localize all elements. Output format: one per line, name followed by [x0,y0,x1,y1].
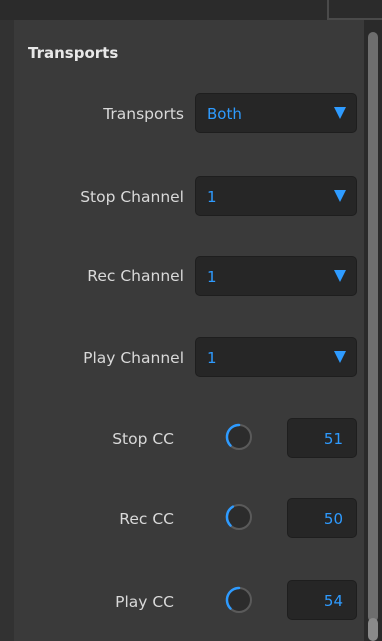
rec-cc-knob-icon[interactable] [224,502,254,532]
rec-channel-select-value: 1 [207,268,217,286]
rec-channel-label: Rec Channel [87,267,184,285]
play-channel-label: Play Channel [83,349,184,367]
chevron-down-icon [334,190,346,202]
stop-channel-label: Stop Channel [80,188,184,206]
stop-cc-knob-icon[interactable] [224,422,254,452]
transports-panel: Transports Transports Both Stop Channel … [0,0,382,641]
chevron-down-icon [334,107,346,119]
rec-channel-select[interactable]: 1 [195,256,357,296]
play-channel-select[interactable]: 1 [195,337,357,377]
play-cc-input[interactable]: 54 [287,580,357,620]
content-area: Transports Transports Both Stop Channel … [14,20,364,641]
chevron-down-icon [334,270,346,282]
stop-channel-select[interactable]: 1 [195,176,357,216]
play-channel-select-value: 1 [207,349,217,367]
scrollbar-thumb-end [368,618,378,641]
rec-cc-value: 50 [323,510,343,528]
transports-select[interactable]: Both [195,93,357,133]
stop-channel-select-value: 1 [207,188,217,206]
play-cc-value: 54 [323,592,343,610]
stop-cc-input[interactable]: 51 [287,418,357,458]
rec-cc-label: Rec CC [119,510,174,528]
scrollbar[interactable] [364,20,382,641]
transports-label: Transports [103,105,184,123]
play-cc-knob-icon[interactable] [224,585,254,615]
stop-cc-label: Stop CC [112,430,174,448]
transports-select-value: Both [207,105,242,123]
divider [327,0,329,20]
stop-cc-value: 51 [323,430,343,448]
section-title: Transports [28,44,119,62]
scrollbar-thumb[interactable] [368,32,378,622]
play-cc-label: Play CC [115,593,174,611]
chevron-down-icon [334,351,346,363]
top-strip [0,0,382,20]
rec-cc-input[interactable]: 50 [287,498,357,538]
